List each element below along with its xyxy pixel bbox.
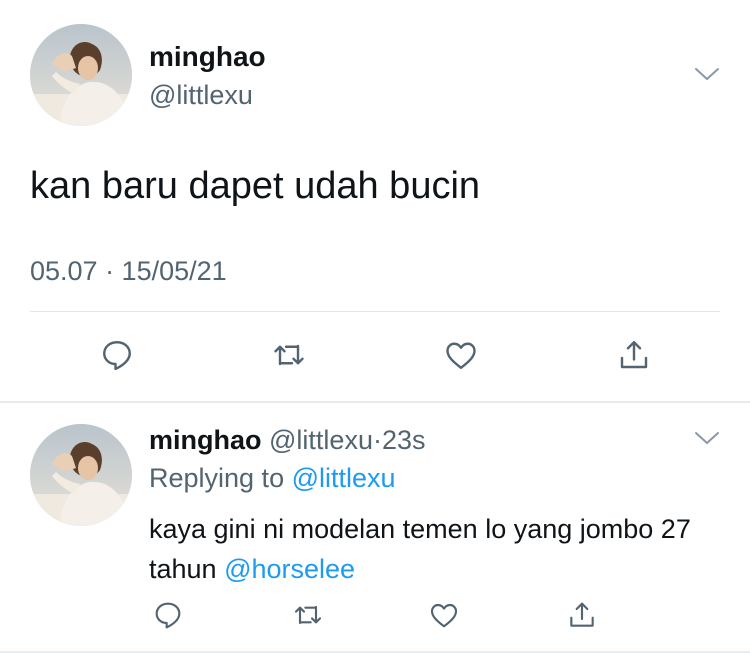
main-tweet: minghao @littlexu kan baru dapet udah bu… — [0, 0, 750, 402]
replying-to-line: Replying to @littlexu — [149, 461, 396, 495]
chevron-down-icon[interactable] — [694, 66, 720, 82]
share-icon[interactable] — [614, 335, 654, 375]
mention-link[interactable]: @horselee — [224, 554, 355, 584]
like-icon[interactable] — [441, 335, 481, 375]
divider — [30, 311, 720, 312]
retweet-icon[interactable] — [269, 335, 309, 375]
reply-icon[interactable] — [97, 335, 137, 375]
display-name[interactable]: minghao — [149, 425, 262, 455]
retweet-icon[interactable] — [290, 597, 326, 633]
share-icon[interactable] — [564, 597, 600, 633]
tweet-text: kan baru dapet udah bucin — [30, 165, 481, 207]
avatar[interactable] — [30, 424, 132, 526]
tweet-text: kaya gini ni modelan temen lo yang jombo… — [149, 509, 729, 589]
handle[interactable]: @littlexu — [269, 425, 373, 455]
reply-icon[interactable] — [150, 597, 186, 633]
replying-to-label: Replying to — [149, 463, 285, 493]
tweet-timestamp[interactable]: 05.07 · 15/05/21 — [30, 254, 227, 288]
replying-to-mention[interactable]: @littlexu — [292, 463, 396, 493]
like-icon[interactable] — [426, 597, 462, 633]
handle[interactable]: @littlexu — [149, 78, 253, 112]
avatar[interactable] — [30, 24, 132, 126]
tweet-time[interactable]: 23s — [382, 425, 426, 455]
avatar-photo — [30, 424, 132, 526]
reply-header: minghao @littlexu·23s — [149, 423, 426, 457]
tweet-separator — [0, 401, 750, 403]
display-name[interactable]: minghao — [149, 40, 266, 74]
avatar-photo — [30, 24, 132, 126]
chevron-down-icon[interactable] — [694, 430, 720, 446]
separator-dot: · — [372, 425, 382, 455]
